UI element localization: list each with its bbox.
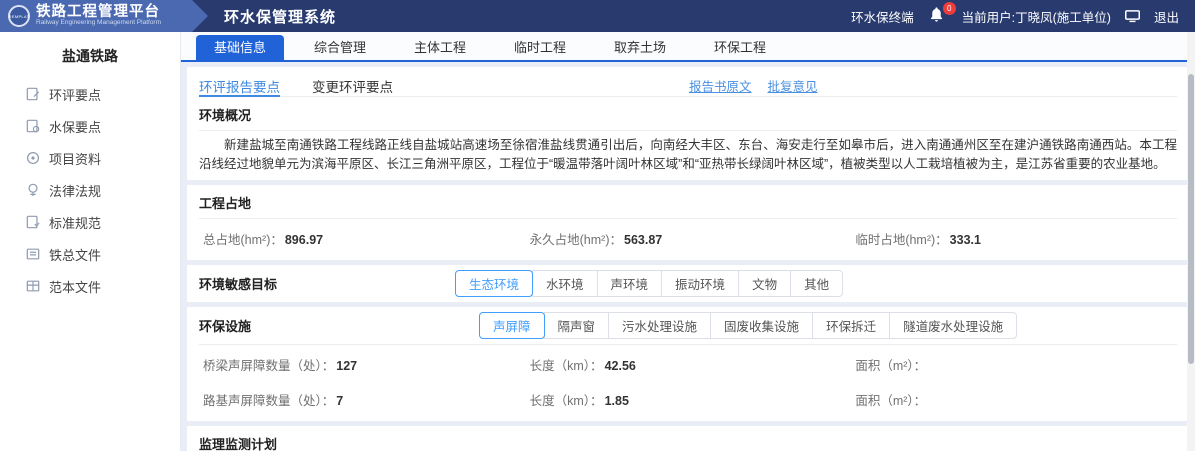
subtab-eia-report-points[interactable]: 环评报告要点: [199, 67, 280, 97]
env-overview-paragraph: 新建盐城至南通铁路工程线路正线自盐城站高速场至徐宿淮盐线贯通引出后，向南经大丰区…: [199, 138, 1177, 171]
sidebar-item-label: 铁总文件: [49, 247, 102, 263]
land-use-fields: 总占地(hm²)： 896.97 永久占地(hm²)： 563.87 临时占地(hm…: [199, 219, 1177, 260]
doc-edit-icon: [26, 87, 40, 101]
option-waste-collection[interactable]: 固废收集设施: [710, 312, 814, 339]
section-title-env-overview: 环境概况: [199, 97, 1177, 131]
sidebar-item-label: 项目资料: [49, 151, 102, 167]
card-supervision-plan: 监理监测计划: [187, 426, 1189, 451]
sidebar-item-water-points[interactable]: 水保要点: [0, 110, 180, 142]
link-approval-opinion[interactable]: 批复意见: [768, 76, 818, 95]
field-bridge-barrier-area: 面积（m²）：: [855, 359, 927, 373]
sidebar-item-label: 环评要点: [49, 87, 102, 103]
option-cultural-relics[interactable]: 文物: [738, 270, 792, 297]
subgrade-barrier-row: 路基声屏障数量（处）： 7 长度（km）： 1.85 面积（m²）：: [199, 386, 1177, 421]
option-env-relocation[interactable]: 环保拆迁: [812, 312, 891, 339]
tab-spoil-sites[interactable]: 取弃土场: [596, 35, 684, 60]
card-sensitive-targets: 环境敏感目标 生态环境 水环境 声环境 振动环境 文物 其他: [187, 265, 1189, 302]
field-total-land: 总占地(hm²)： 896.97: [203, 233, 324, 247]
option-other[interactable]: 其他: [790, 270, 844, 297]
tab-env-project[interactable]: 环保工程: [696, 35, 784, 60]
platform-logo-block: REMPLAT 铁路工程管理平台 Railway Engineering Man…: [0, 0, 208, 32]
field-subgrade-barrier-area: 面积（m²）：: [855, 394, 927, 408]
main-tabbar: 基础信息 综合管理 主体工程 临时工程 取弃土场 环保工程: [181, 32, 1195, 62]
notification-bell-icon[interactable]: 0: [928, 2, 956, 26]
sidebar-item-label: 水保要点: [49, 119, 102, 135]
remplat-logo-icon: REMPLAT: [8, 5, 30, 27]
field-permanent-land: 永久占地(hm²)： 563.87: [529, 233, 663, 247]
page: REMPLAT 铁路工程管理平台 Railway Engineering Man…: [0, 0, 1195, 451]
system-title: 环水保管理系统: [224, 8, 337, 26]
option-sound-barrier[interactable]: 声屏障: [479, 312, 545, 339]
field-bridge-barrier-count: 桥梁声屏障数量（处）： 127: [203, 359, 358, 373]
terminal-label[interactable]: 环水保终端: [851, 7, 914, 26]
content: 环评报告要点 变更环评要点 报告书原文 批复意见 环境概况 新建盐城至南通铁路工…: [181, 62, 1195, 451]
platform-subtitle: Railway Engineering Management Platform: [36, 19, 162, 27]
link-report-original[interactable]: 报告书原文: [689, 76, 752, 95]
tab-temp-project[interactable]: 临时工程: [496, 35, 584, 60]
option-ecology[interactable]: 生态环境: [455, 270, 534, 297]
notification-badge: 0: [942, 2, 956, 15]
option-noise-env[interactable]: 声环境: [596, 270, 663, 297]
framed-doc-icon: [26, 248, 40, 260]
field-temporary-land: 临时占地(hm²)： 333.1: [855, 233, 981, 247]
subtab-changed-eia-points[interactable]: 变更环评要点: [312, 67, 393, 97]
section-title-env-facilities: 环保设施: [199, 319, 252, 334]
option-vibration-env[interactable]: 振动环境: [661, 270, 740, 297]
doc-check-icon: [26, 215, 40, 229]
card-land-use: 工程占地 总占地(hm²)： 896.97 永久占地(hm²)： 563.87 临时…: [187, 185, 1189, 260]
tab-basic-info[interactable]: 基础信息: [196, 35, 284, 60]
platform-title: 铁路工程管理平台: [36, 3, 160, 20]
env-facilities-row: 环保设施 声屏障 隔声窗 污水处理设施 固废收集设施 环保拆迁 隧道废水处理设施: [199, 307, 1177, 345]
section-title-sensitive-targets: 环境敏感目标: [199, 277, 278, 292]
tab-main-project[interactable]: 主体工程: [396, 35, 484, 60]
sidebar-item-template-files[interactable]: 范本文件: [0, 270, 180, 302]
main-area: 基础信息 综合管理 主体工程 临时工程 取弃土场 环保工程 环评报告要点 变更环…: [181, 32, 1195, 451]
section-title-supervision-plan: 监理监测计划: [199, 426, 1177, 451]
sidebar-item-label: 范本文件: [49, 279, 102, 295]
sensitive-targets-row: 环境敏感目标 生态环境 水环境 声环境 振动环境 文物 其他: [199, 265, 1177, 302]
sidebar-item-label: 标准规范: [49, 215, 102, 231]
option-sound-window[interactable]: 隔声窗: [543, 312, 610, 339]
sidebar-item-standards[interactable]: 标准规范: [0, 206, 180, 238]
option-sewage-treatment[interactable]: 污水处理设施: [608, 312, 712, 339]
scrollbar-thumb[interactable]: [1188, 74, 1194, 364]
sidebar-item-railway-files[interactable]: 铁总文件: [0, 238, 180, 270]
scale-icon: [28, 183, 38, 197]
grid-doc-icon: [26, 280, 40, 292]
section-title-land-use: 工程占地: [199, 185, 1177, 219]
sidebar-item-eia-points[interactable]: 环评要点: [0, 78, 180, 110]
sidebar-item-laws[interactable]: 法律法规: [0, 174, 180, 206]
field-subgrade-barrier-length: 长度（km）： 1.85: [529, 394, 629, 408]
logout-button[interactable]: 退出: [1154, 7, 1179, 26]
sidebar: 盐通铁路 环评要点 水保要点 项目资料 法律法规 标准规范 铁总文件 范本文件: [0, 32, 181, 451]
sidebar-item-project-docs[interactable]: 项目资料: [0, 142, 180, 174]
subtab-row: 环评报告要点 变更环评要点 报告书原文 批复意见: [199, 67, 1177, 97]
project-title: 盐通铁路: [62, 48, 118, 64]
logo-text: REMPLAT: [8, 13, 30, 19]
card-eia-report: 环评报告要点 变更环评要点 报告书原文 批复意见 环境概况 新建盐城至南通铁路工…: [187, 67, 1189, 180]
tab-comprehensive-mgmt[interactable]: 综合管理: [296, 35, 384, 60]
option-water-env[interactable]: 水环境: [532, 270, 598, 297]
monitor-icon[interactable]: [1124, 9, 1140, 23]
env-facilities-group: 声屏障 隔声窗 污水处理设施 固废收集设施 环保拆迁 隧道废水处理设施: [479, 312, 1018, 339]
sensitive-targets-group: 生态环境 水环境 声环境 振动环境 文物 其他: [455, 270, 844, 297]
card-env-facilities: 环保设施 声屏障 隔声窗 污水处理设施 固废收集设施 环保拆迁 隧道废水处理设施…: [187, 307, 1189, 421]
vertical-scrollbar[interactable]: [1187, 32, 1195, 451]
top-header: REMPLAT 铁路工程管理平台 Railway Engineering Man…: [0, 0, 1195, 32]
option-tunnel-wastewater[interactable]: 隧道废水处理设施: [889, 312, 1018, 339]
field-bridge-barrier-length: 长度（km）： 42.56: [529, 359, 636, 373]
field-subgrade-barrier-count: 路基声屏障数量（处）： 7: [203, 394, 344, 408]
current-user-label: 当前用户:丁晓凤(施工单位): [961, 10, 1111, 25]
bridge-barrier-row: 桥梁声屏障数量（处）： 127 长度（km）： 42.56 面积（m²）：: [199, 345, 1177, 386]
book-icon: [26, 151, 40, 165]
sidebar-item-label: 法律法规: [49, 183, 102, 199]
doc-water-icon: [26, 119, 40, 133]
